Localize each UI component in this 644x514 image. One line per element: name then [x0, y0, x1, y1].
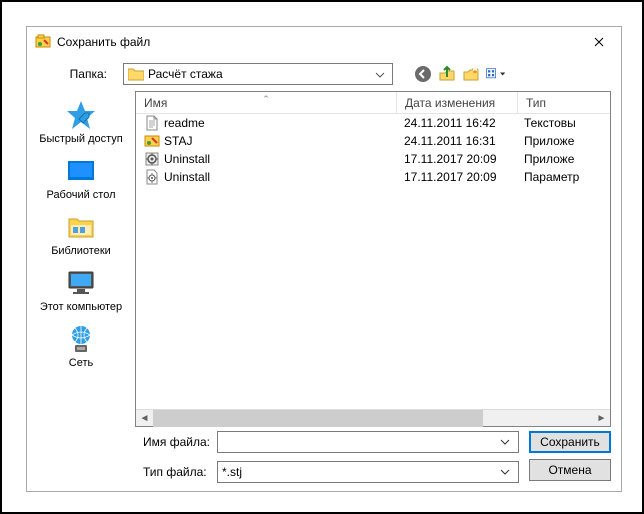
- file-name: readme: [164, 116, 205, 130]
- place-network[interactable]: Сеть: [27, 323, 135, 369]
- chevron-down-icon[interactable]: [372, 67, 388, 81]
- filename-combobox[interactable]: [217, 431, 519, 453]
- file-date: 24.11.2011 16:31: [396, 134, 516, 148]
- file-row[interactable]: readme 24.11.2011 16:42Текстовы: [136, 114, 610, 132]
- cancel-button[interactable]: Отмена: [529, 459, 611, 481]
- file-icon: [144, 169, 160, 185]
- back-button[interactable]: [413, 64, 433, 84]
- folder-name: Расчёт стажа: [148, 67, 372, 81]
- star-icon: [65, 99, 97, 131]
- libraries-icon: [65, 211, 97, 243]
- computer-icon: [65, 267, 97, 299]
- places-bar: Быстрый доступ Рабочий стол Библиотеки Э…: [27, 91, 135, 427]
- sort-indicator-icon: ⌃: [262, 94, 270, 105]
- new-folder-button[interactable]: ★: [461, 64, 481, 84]
- desktop-icon: [65, 155, 97, 187]
- scroll-right-icon[interactable]: ►: [593, 410, 610, 427]
- save-dialog: Сохранить файл Папка: Расчёт стажа ★: [26, 26, 622, 492]
- folder-row: Папка: Расчёт стажа ★: [27, 57, 621, 91]
- view-menu-button[interactable]: [485, 64, 505, 84]
- up-button[interactable]: [437, 64, 457, 84]
- file-type: Приложе: [516, 134, 610, 148]
- window-title: Сохранить файл: [57, 35, 577, 49]
- bottom-panel: Имя файла: Тип файла: *.stj: [27, 427, 621, 491]
- file-list: Имя ⌃ Дата изменения Тип readme 24.11.201…: [135, 91, 611, 427]
- titlebar: Сохранить файл: [27, 27, 621, 57]
- file-date: 17.11.2017 20:09: [396, 152, 516, 166]
- place-desktop[interactable]: Рабочий стол: [27, 155, 135, 201]
- filetype-combobox[interactable]: *.stj: [217, 461, 519, 483]
- filename-input[interactable]: [222, 435, 496, 449]
- file-type: Текстовы: [516, 116, 610, 130]
- column-type[interactable]: Тип: [518, 96, 610, 110]
- file-row[interactable]: STAJ 24.11.2011 16:31Приложе: [136, 132, 610, 150]
- chevron-down-icon[interactable]: [496, 469, 514, 475]
- horizontal-scrollbar[interactable]: ◄ ►: [136, 409, 610, 426]
- file-type: Параметр: [516, 170, 610, 184]
- file-date: 24.11.2011 16:42: [396, 116, 516, 130]
- place-computer[interactable]: Этот компьютер: [27, 267, 135, 313]
- file-icon: [144, 115, 160, 131]
- folder-combobox[interactable]: Расчёт стажа: [123, 63, 393, 85]
- scroll-thumb[interactable]: [153, 410, 483, 427]
- folder-label: Папка:: [67, 67, 107, 81]
- save-button[interactable]: Сохранить: [529, 431, 611, 453]
- place-quick-access[interactable]: Быстрый доступ: [27, 99, 135, 145]
- file-icon: [144, 151, 160, 167]
- file-row[interactable]: Uninstall 17.11.2017 20:09Параметр: [136, 168, 610, 186]
- filetype-value: *.stj: [222, 465, 496, 479]
- filetype-label: Тип файла:: [143, 465, 211, 479]
- app-icon: [35, 34, 51, 50]
- file-type: Приложе: [516, 152, 610, 166]
- file-name: Uninstall: [164, 152, 210, 166]
- file-name: Uninstall: [164, 170, 210, 184]
- close-button[interactable]: [577, 27, 621, 57]
- folder-icon: [128, 67, 144, 81]
- file-icon: [144, 133, 160, 149]
- column-date[interactable]: Дата изменения: [397, 96, 517, 110]
- column-headers: Имя ⌃ Дата изменения Тип: [136, 92, 610, 114]
- column-name[interactable]: Имя ⌃: [136, 96, 396, 110]
- filename-label: Имя файла:: [143, 435, 211, 449]
- file-name: STAJ: [164, 134, 192, 148]
- place-libraries[interactable]: Библиотеки: [27, 211, 135, 257]
- file-date: 17.11.2017 20:09: [396, 170, 516, 184]
- chevron-down-icon[interactable]: [496, 439, 514, 445]
- file-row[interactable]: Uninstall 17.11.2017 20:09Приложе: [136, 150, 610, 168]
- network-icon: [65, 323, 97, 355]
- svg-text:★: ★: [470, 65, 480, 75]
- scroll-left-icon[interactable]: ◄: [136, 410, 153, 427]
